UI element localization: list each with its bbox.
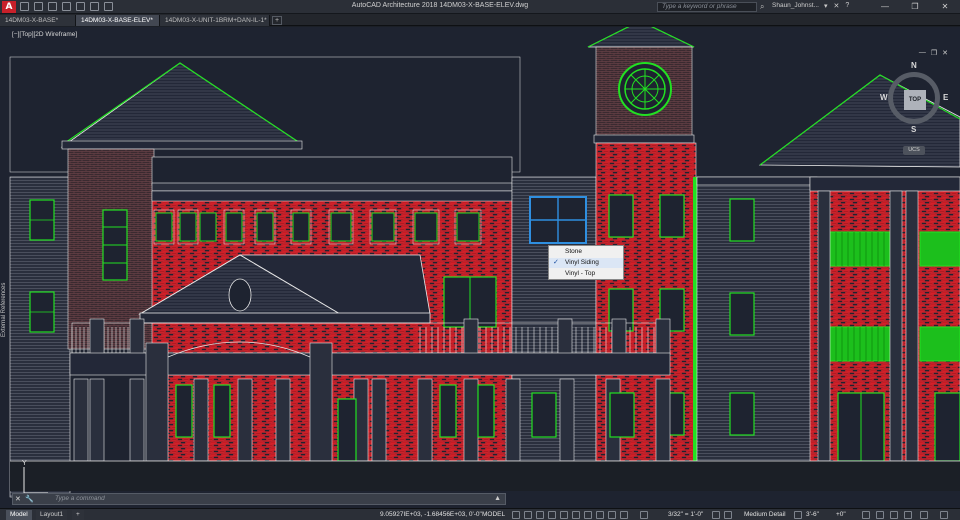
window-controls: — ❐ ✕: [870, 0, 960, 14]
save-icon[interactable]: [48, 2, 57, 11]
menu-item-vinyl-siding[interactable]: ✓ Vinyl Siding: [549, 258, 623, 268]
hardware-acceleration-icon[interactable]: [876, 511, 884, 519]
title-bar: A AutoCAD Architecture 2018 14DM03-X-BAS…: [0, 0, 960, 14]
quick-access-toolbar: [20, 2, 113, 11]
compass-north[interactable]: N: [911, 61, 917, 70]
ucs-menu-button[interactable]: UCS: [903, 146, 925, 155]
maximize-button[interactable]: ❐: [900, 0, 930, 14]
new-file-icon[interactable]: [20, 2, 29, 11]
fullscreen-icon[interactable]: [920, 511, 928, 519]
help-icon[interactable]: ?: [845, 2, 849, 10]
cut-plane-elevation[interactable]: 3'-6": [806, 510, 819, 520]
plot-icon[interactable]: [76, 2, 85, 11]
search-icon[interactable]: ⌕: [760, 2, 769, 11]
close-button[interactable]: ✕: [930, 0, 960, 14]
close-icon[interactable]: ✕: [15, 495, 21, 503]
compass-south[interactable]: S: [911, 125, 916, 134]
external-references-label: External References: [1, 282, 7, 337]
command-line[interactable]: ✕ 🔧 Type a command ▲: [12, 493, 506, 505]
polar-icon[interactable]: [548, 511, 556, 519]
user-account[interactable]: Shaun_Johnst...: [772, 2, 819, 9]
tab-model[interactable]: Model: [6, 510, 32, 520]
window-title: AutoCAD Architecture 2018 14DM03-X-BASE-…: [351, 2, 529, 9]
annotation-scale[interactable]: 3/32" = 1'-0": [668, 510, 703, 520]
otrack-icon[interactable]: [572, 511, 580, 519]
minimize-button[interactable]: —: [870, 0, 900, 14]
grid-icon[interactable]: [512, 511, 520, 519]
cut-plane-icon[interactable]: [794, 511, 802, 519]
transparency-icon[interactable]: [596, 511, 604, 519]
snap-icon[interactable]: [524, 511, 532, 519]
save-as-icon[interactable]: [62, 2, 71, 11]
file-tab[interactable]: 14DM03-X-UNIT-1BRM+DAN-IL-1*: [160, 15, 270, 26]
add-layout-button[interactable]: +: [72, 510, 84, 520]
customize-icon[interactable]: 🔧: [25, 495, 34, 503]
annotation-visibility-icon[interactable]: [620, 511, 628, 519]
menu-item-label: Vinyl - Top: [565, 270, 596, 277]
selection-cycling-icon[interactable]: [608, 511, 616, 519]
model-space-button[interactable]: MODEL: [482, 510, 505, 520]
viewport-controls-label[interactable]: [−][Top][2D Wireframe]: [12, 31, 77, 38]
command-input[interactable]: Type a command: [55, 495, 105, 502]
viewcube-top-face[interactable]: TOP: [904, 90, 926, 110]
file-tab-bar: 14DM03-X-BASE* 14DM03-X-BASE-ELEV* 14DM0…: [0, 14, 960, 26]
workspace-icon[interactable]: [712, 511, 720, 519]
chevron-up-icon[interactable]: ▲: [494, 495, 501, 502]
exchange-icon[interactable]: ✕: [834, 2, 840, 10]
external-references-palette[interactable]: External References: [0, 237, 9, 337]
isolate-objects-icon[interactable]: [862, 511, 870, 519]
ucs-y-label: Y: [22, 460, 27, 467]
menu-item-label: Stone: [565, 248, 582, 255]
menu-item-vinyl-top[interactable]: Vinyl - Top: [549, 269, 623, 279]
undo-icon[interactable]: [90, 2, 99, 11]
context-menu: Stone ✓ Vinyl Siding Vinyl - Top: [548, 245, 624, 280]
tab-layout1[interactable]: Layout1: [36, 510, 68, 520]
building-elevation-drawing: [9, 27, 960, 498]
status-bar: Model Layout1 + 9.05927IE+03, -1.68456E+…: [0, 508, 960, 520]
search-input[interactable]: Type a keyword or phrase: [657, 2, 757, 12]
cart-icon[interactable]: ▾: [824, 2, 828, 10]
compass-east[interactable]: E: [943, 93, 948, 102]
drawing-area[interactable]: [−][Top][2D Wireframe] — ❐ ✕ External Re…: [0, 27, 960, 508]
compass-west[interactable]: W: [880, 93, 888, 102]
ortho-icon[interactable]: [536, 511, 544, 519]
open-file-icon[interactable]: [34, 2, 43, 11]
new-tab-button[interactable]: +: [272, 16, 282, 25]
surface-offset[interactable]: +0": [836, 510, 846, 520]
display-configuration[interactable]: Medium Detail: [744, 510, 786, 520]
application-menu-button[interactable]: A: [2, 1, 16, 13]
menu-item-stone[interactable]: Stone: [549, 247, 623, 257]
annotation-scale-icon[interactable]: [640, 511, 648, 519]
customization-icon[interactable]: [904, 511, 912, 519]
units-icon[interactable]: [724, 511, 732, 519]
title-toolbar: ▾ ✕ ?: [824, 2, 849, 10]
clean-screen-icon[interactable]: [890, 511, 898, 519]
file-tab[interactable]: 14DM03-X-BASE*: [0, 15, 76, 26]
viewcube[interactable]: TOP N E W S UCS: [879, 49, 953, 169]
redo-icon[interactable]: [104, 2, 113, 11]
osnap-icon[interactable]: [560, 511, 568, 519]
lineweight-icon[interactable]: [584, 511, 592, 519]
file-tab-active[interactable]: 14DM03-X-BASE-ELEV*: [76, 15, 160, 26]
coordinate-readout: 9.05927IE+03, -1.68456E+03, 0'-0": [380, 511, 482, 518]
menu-icon[interactable]: [940, 511, 948, 519]
check-icon: ✓: [553, 259, 559, 266]
menu-item-label: Vinyl Siding: [565, 259, 599, 266]
